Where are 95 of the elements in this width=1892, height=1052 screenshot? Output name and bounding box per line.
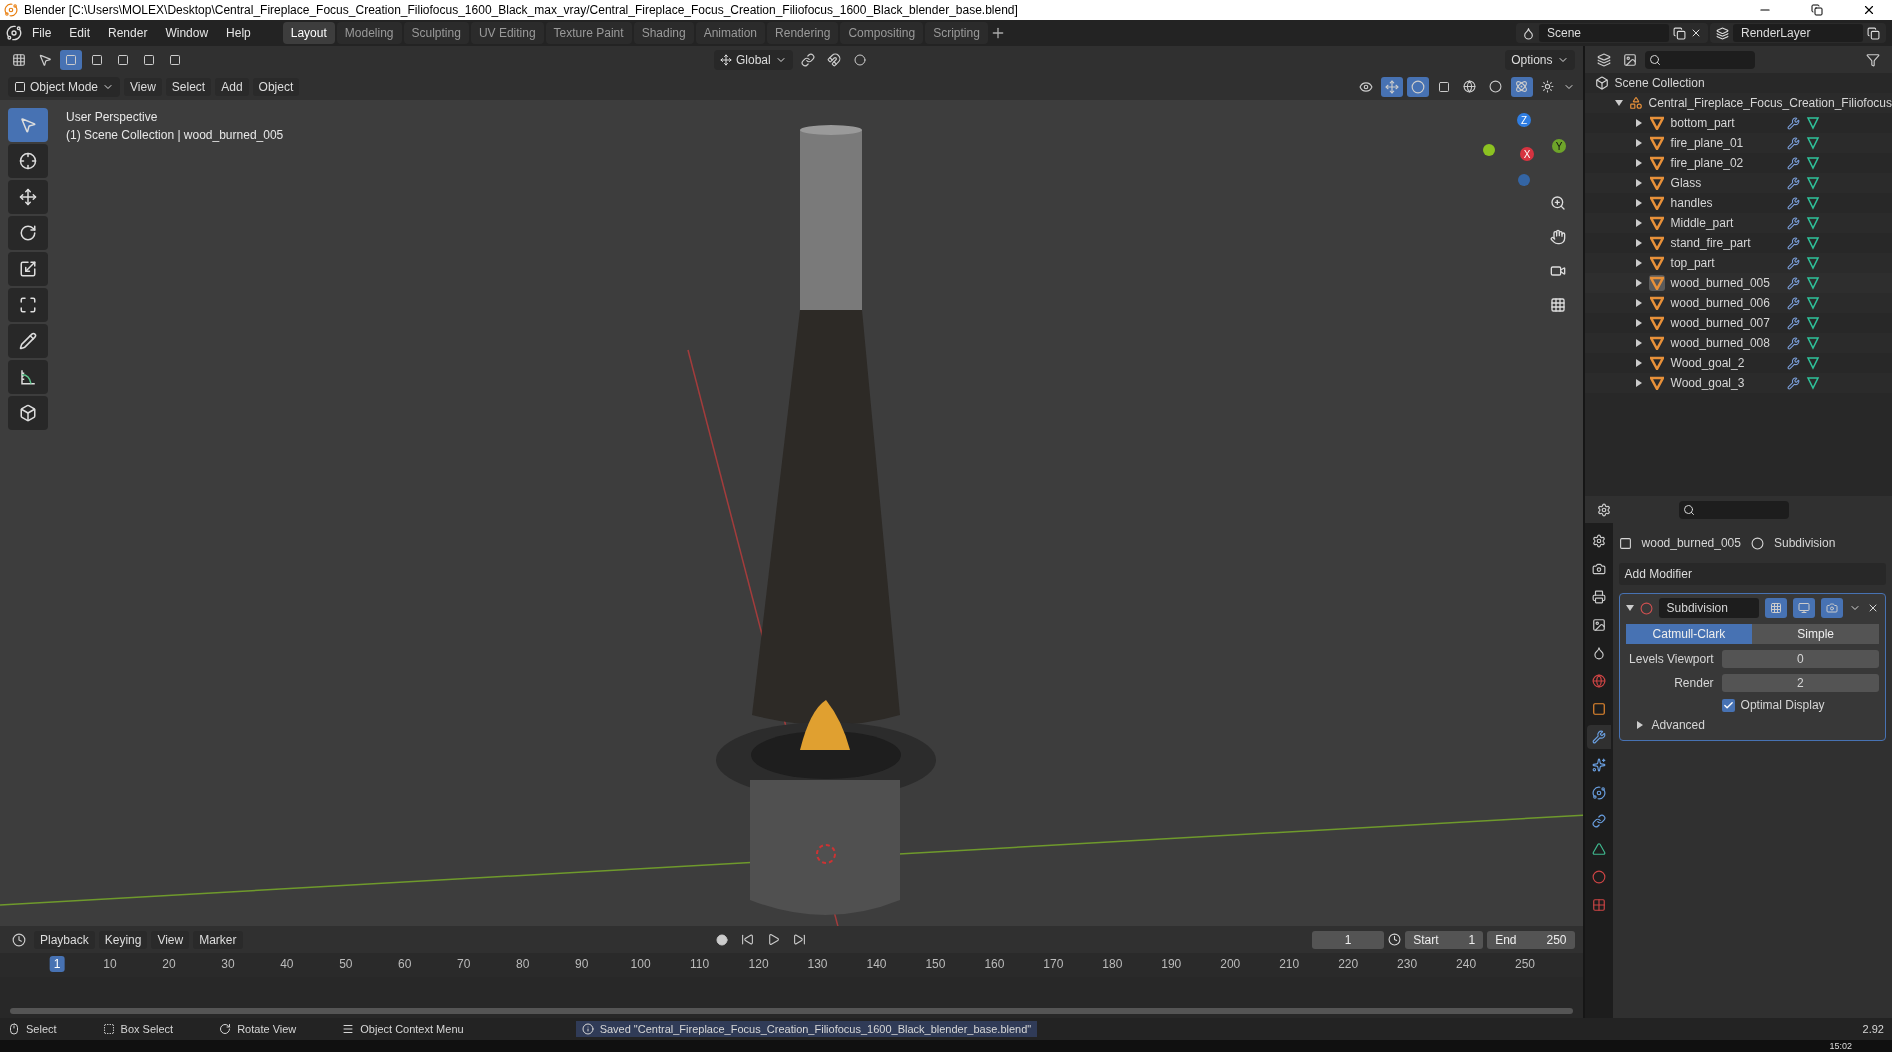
frame-number: 80 (515, 956, 531, 972)
timeline-menu[interactable]: Marker (193, 930, 243, 949)
frame-number: 200 (1219, 956, 1242, 972)
frame-number: 110 (689, 956, 711, 972)
timeline-menu[interactable]: View (151, 930, 190, 949)
status-hint: Object Context Menu (360, 1023, 464, 1035)
mode-dropdown[interactable]: Object Mode (8, 76, 121, 97)
frame-number: 180 (1101, 956, 1124, 972)
frame-number: 20 (161, 956, 177, 972)
subpanel-title[interactable]: Advanced (1651, 718, 1705, 732)
start-frame-field[interactable]: Start 1 (1405, 930, 1484, 949)
frame-number: 100 (629, 956, 652, 972)
header-menu[interactable]: View (124, 77, 162, 96)
number-field[interactable]: 0 (1721, 650, 1879, 668)
frame-number: 250 (1514, 956, 1537, 972)
workspace-tab[interactable]: Layout (282, 22, 335, 44)
field-label: Levels Viewport (1628, 652, 1714, 666)
add-modifier-button[interactable]: Add Modifier (1618, 563, 1886, 585)
frame-number: 10 (102, 956, 118, 972)
options-dropdown[interactable]: Options (1505, 49, 1575, 70)
outliner-item-name[interactable]: wood_burned_006 (1670, 296, 1781, 310)
workspace-tab[interactable]: Rendering (767, 22, 839, 44)
outliner-item-name[interactable]: fire_plane_02 (1670, 156, 1781, 170)
field-label: Render (1673, 676, 1714, 690)
outliner-item-name[interactable]: Glass (1670, 176, 1781, 190)
current-frame-field[interactable]: 1 (1312, 930, 1385, 949)
outliner-item-name[interactable]: stand_fire_part (1670, 236, 1781, 250)
frame-number: 70 (456, 956, 472, 972)
menu-item[interactable]: Window (157, 22, 217, 44)
outliner-item-name[interactable]: Central_Fireplace_Focus_Creation_Filiofocus (1648, 96, 1892, 110)
clock-text: 15:02 (1829, 1041, 1852, 1051)
outliner-item-name[interactable]: Wood_goal_2 (1670, 356, 1781, 370)
workspace-tab[interactable]: Sculpting (403, 22, 469, 44)
frame-number: 190 (1160, 956, 1183, 972)
view-layer-selector[interactable]: RenderLayer (1733, 24, 1863, 42)
frame-number: 1 (49, 956, 65, 972)
workspace-tab[interactable]: Shading (633, 22, 694, 44)
frame-number: 170 (1042, 956, 1065, 972)
workspace-tab[interactable]: Modeling (336, 22, 402, 44)
status-hint: Select (26, 1023, 57, 1035)
outliner-item-name[interactable]: bottom_part (1670, 116, 1781, 130)
frame-number: 220 (1337, 956, 1360, 972)
frame-number: 130 (806, 956, 829, 972)
modifier-name-field[interactable]: Subdivision (1658, 598, 1759, 618)
frame-number: 90 (574, 956, 590, 972)
menu-item[interactable]: Help (218, 22, 259, 44)
menu-item[interactable]: Edit (61, 22, 99, 44)
header-menu[interactable]: Object (252, 77, 300, 96)
workspace-tab[interactable]: Compositing (840, 22, 924, 44)
workspace-tab[interactable]: Scripting (925, 22, 988, 44)
frame-number: 50 (338, 956, 354, 972)
algorithm-option[interactable]: Catmull-Clark (1625, 624, 1753, 644)
outliner-item-name[interactable]: handles (1670, 196, 1781, 210)
timeline-menu[interactable]: Keying (98, 930, 148, 949)
frame-number: 210 (1278, 956, 1301, 972)
viewport-info-text: (1) Scene Collection | wood_burned_005 (66, 128, 284, 142)
breadcrumb-modifier: Subdivision (1773, 536, 1836, 550)
outliner-item-name[interactable]: Middle_part (1670, 216, 1781, 230)
workspace-tab[interactable]: Texture Paint (545, 22, 632, 44)
frame-number: 160 (983, 956, 1006, 972)
header-menu[interactable]: Add (215, 77, 249, 96)
menu-item[interactable]: Render (100, 22, 156, 44)
outliner-item-name[interactable]: fire_plane_01 (1670, 136, 1781, 150)
frame-number: 120 (747, 956, 770, 972)
breadcrumb-object: wood_burned_005 (1641, 536, 1741, 550)
status-message-text: Saved "Central_Fireplace_Focus_Creation_Filiofocus_1600_Black_blender_base.blend" (599, 1023, 1032, 1035)
outliner-item-name[interactable]: top_part (1670, 256, 1781, 270)
algorithm-option[interactable]: Simple (1752, 624, 1879, 644)
menu-item[interactable]: File (24, 22, 60, 44)
frame-number: 150 (924, 956, 947, 972)
version-text: 2.92 (1862, 1023, 1884, 1035)
number-field[interactable]: 2 (1721, 674, 1879, 692)
frame-number: 140 (865, 956, 888, 972)
window-title: Blender [C:\Users\MOLEX\Desktop\Central_Fireplace_Focus_Creation_Filiofocus_1600_Black_max_vray/Central_Fireplace_Focus_Creation_Filiofocus_1600_Black_blender_base.blend] (24, 3, 1019, 17)
timeline-menu[interactable]: Playback (34, 930, 95, 949)
transform-orientation-dropdown[interactable]: Global (714, 49, 793, 70)
outliner-item-name[interactable]: Wood_goal_3 (1670, 376, 1781, 390)
status-hint: Rotate View (237, 1023, 297, 1035)
checkbox-label: Optimal Display (1740, 698, 1825, 712)
frame-number: 30 (220, 956, 236, 972)
scene-selector[interactable]: Scene (1539, 24, 1669, 42)
axis-gizmo[interactable]: Z Y X (1478, 108, 1569, 188)
outliner-item-name[interactable]: Scene Collection (1614, 76, 1705, 90)
viewport-info-text: User Perspective (66, 110, 159, 124)
status-hint: Box Select (120, 1023, 174, 1035)
end-frame-field[interactable]: End 250 (1487, 930, 1575, 949)
frame-number: 40 (279, 956, 295, 972)
header-menu[interactable]: Select (165, 77, 212, 96)
outliner-item-name[interactable]: wood_burned_007 (1670, 316, 1781, 330)
frame-number: 240 (1455, 956, 1478, 972)
workspace-tab[interactable]: Animation (695, 22, 766, 44)
outliner-item-name[interactable]: wood_burned_008 (1670, 336, 1781, 350)
frame-number: 60 (397, 956, 413, 972)
frame-number: 230 (1396, 956, 1419, 972)
workspace-tab[interactable]: UV Editing (470, 22, 544, 44)
